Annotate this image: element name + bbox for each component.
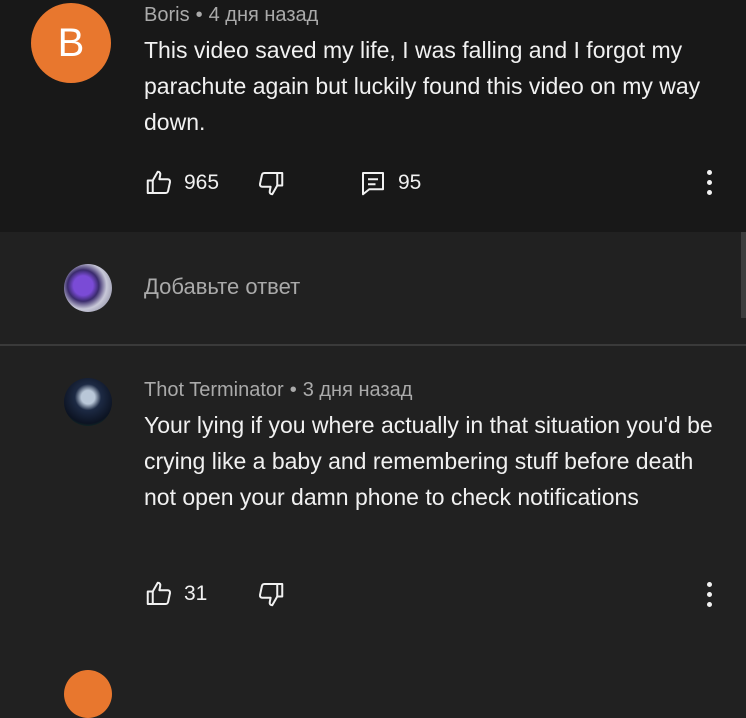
avatar[interactable]: B [31,3,111,83]
more-vert-icon [706,582,712,587]
divider [0,344,746,346]
like-count: 965 [184,171,220,194]
avatar[interactable] [64,670,112,718]
more-vert-icon [706,170,712,175]
comment-meta: Boris • 4 дня назад [144,4,318,27]
thumbs-up-icon [146,170,172,194]
meta-separator: • [289,379,297,401]
scrollbar[interactable] [741,232,746,318]
author-name[interactable]: Thot Terminator [144,379,284,401]
author-name[interactable]: Boris [144,4,190,26]
thumbs-down-icon [258,583,284,607]
like-count: 31 [184,582,208,605]
like-button[interactable]: 965 [144,168,219,198]
like-button[interactable]: 31 [144,579,207,609]
user-avatar [64,264,112,312]
more-button[interactable] [705,582,713,610]
comment-text: This video saved my life, I was falling … [144,37,701,135]
thumbs-up-icon [146,581,172,605]
avatar[interactable] [64,378,112,426]
replies-button[interactable]: 95 [358,168,421,198]
thumbs-down-icon [258,172,284,196]
comment-text: Your lying if you where actually in that… [144,412,713,510]
comment-time[interactable]: 3 дня назад [303,379,413,401]
reply-input[interactable]: Добавьте ответ [144,274,300,300]
comment-meta: Thot Terminator • 3 дня назад [144,379,412,402]
more-button[interactable] [705,170,713,198]
dislike-button[interactable] [256,168,286,198]
meta-separator: • [195,4,203,26]
comment-icon [362,172,384,196]
comment-time[interactable]: 4 дня назад [209,4,319,26]
dislike-button[interactable] [256,579,286,609]
reply-count: 95 [398,171,422,194]
